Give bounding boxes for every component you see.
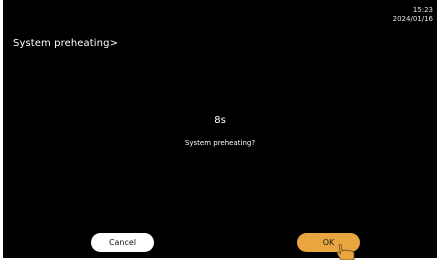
dialog-message: System preheating?: [184, 139, 256, 147]
device-screen: 15:23 2024/01/16 System preheating> 8s S…: [3, 0, 437, 260]
status-time: 15:23: [412, 6, 433, 14]
cancel-button[interactable]: Cancel: [91, 233, 154, 252]
countdown-timer: 8s: [214, 115, 226, 126]
status-date: 2024/01/16: [392, 15, 433, 23]
page-title[interactable]: System preheating>: [13, 38, 118, 49]
status-clock: 15:23 2024/01/16: [393, 6, 433, 24]
